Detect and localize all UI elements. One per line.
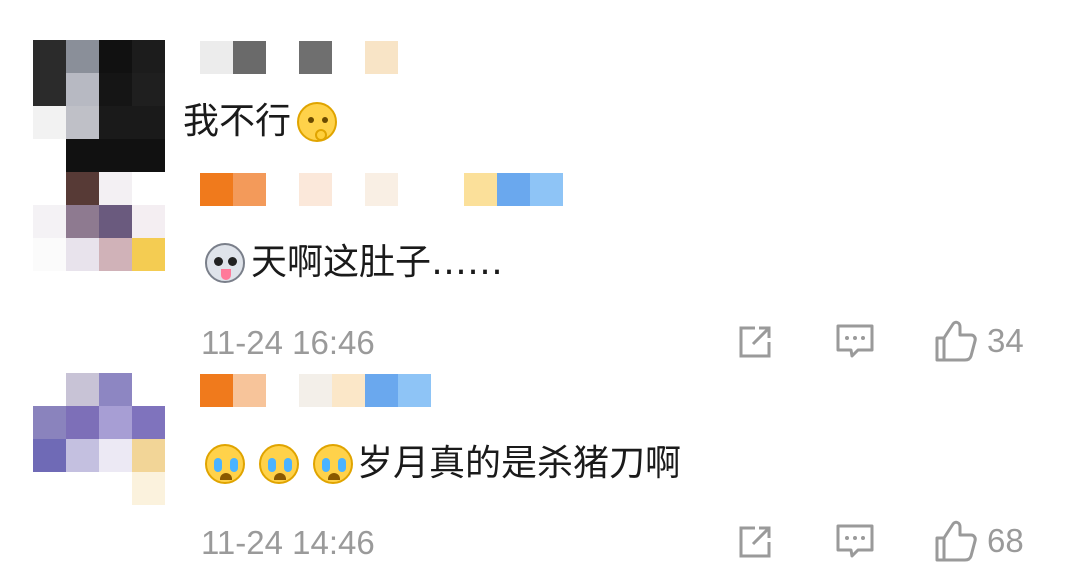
thumbs-up-icon [935,320,977,362]
comment-button[interactable] [834,322,876,362]
share-button[interactable] [735,522,775,562]
comment-text: 天啊这肚子…… [251,242,504,283]
like-count: 34 [987,322,1024,359]
like-count: 68 [987,522,1024,559]
comment-text-row: 岁月真的是杀猪刀啊 [205,442,681,486]
comment-time: 11-24 16:46 [201,324,375,361]
crying-face-icon [259,444,299,484]
username[interactable] [200,374,431,407]
avatar[interactable] [33,172,165,304]
comment-text: 我不行 [183,101,292,142]
comment-text-row: 我不行 [183,100,343,144]
avatar[interactable] [33,373,165,505]
comment-time: 11-24 14:46 [201,524,375,561]
avatar[interactable] [33,40,165,172]
username[interactable] [200,173,563,206]
thinking-face-icon [297,102,338,142]
comment-text: 岁月真的是杀猪刀啊 [357,443,682,484]
thumbs-up-icon [935,520,977,562]
comment-text-row: 天啊这肚子…… [205,241,503,285]
username[interactable] [200,41,398,74]
comment-button[interactable] [834,522,876,562]
crying-face-icon [313,444,353,484]
comment-icon [836,524,874,558]
husky-dog-icon [205,243,245,283]
share-icon [739,326,771,358]
comment-icon [836,324,874,358]
like-button[interactable]: 68 [933,518,1024,564]
crying-face-icon [205,444,245,484]
share-button[interactable] [735,322,775,362]
share-icon [739,526,771,558]
like-button[interactable]: 34 [933,318,1024,364]
